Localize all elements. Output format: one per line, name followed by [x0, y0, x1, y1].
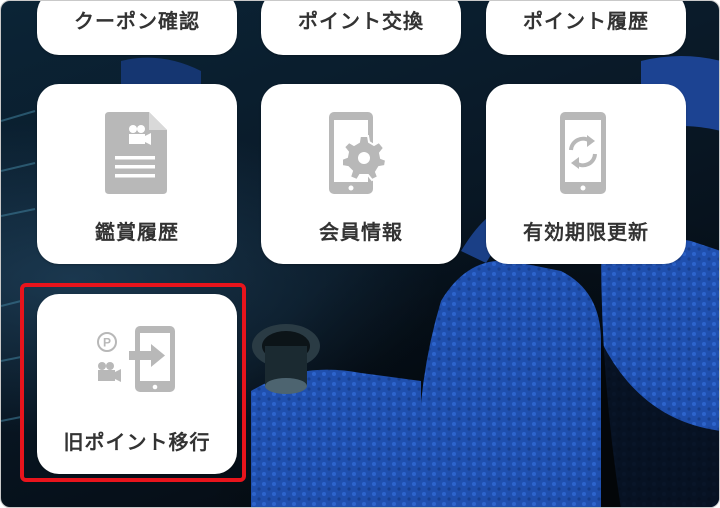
old-point-transfer-label: 旧ポイント移行 [63, 430, 211, 454]
viewing-history-button[interactable]: 鑑賞履歴 [37, 84, 237, 264]
document-film-icon [105, 112, 167, 194]
point-exchange-label: ポイント交換 [298, 9, 424, 33]
point-exchange-button[interactable]: ポイント交換 [261, 1, 461, 55]
svg-text:P: P [103, 336, 111, 350]
point-transfer-icon: P [97, 326, 175, 392]
coupon-check-button[interactable]: クーポン確認 [37, 1, 237, 55]
point-history-button[interactable]: ポイント履歴 [486, 1, 686, 55]
viewing-history-label: 鑑賞履歴 [95, 220, 179, 244]
app-frame: クーポン確認 ポイント交換 ポイント履歴 鑑賞履歴 会員情報 有効期限更新 P … [0, 0, 720, 508]
member-info-label: 会員情報 [319, 220, 403, 244]
old-point-transfer-button[interactable]: P 旧ポイント移行 [37, 294, 237, 474]
member-info-button[interactable]: 会員情報 [261, 84, 461, 264]
phone-refresh-icon [560, 112, 606, 194]
expiry-renewal-label: 有効期限更新 [523, 220, 649, 244]
phone-gear-icon [329, 112, 388, 194]
point-history-label: ポイント履歴 [523, 9, 649, 33]
coupon-check-label: クーポン確認 [74, 9, 200, 33]
expiry-renewal-button[interactable]: 有効期限更新 [486, 84, 686, 264]
